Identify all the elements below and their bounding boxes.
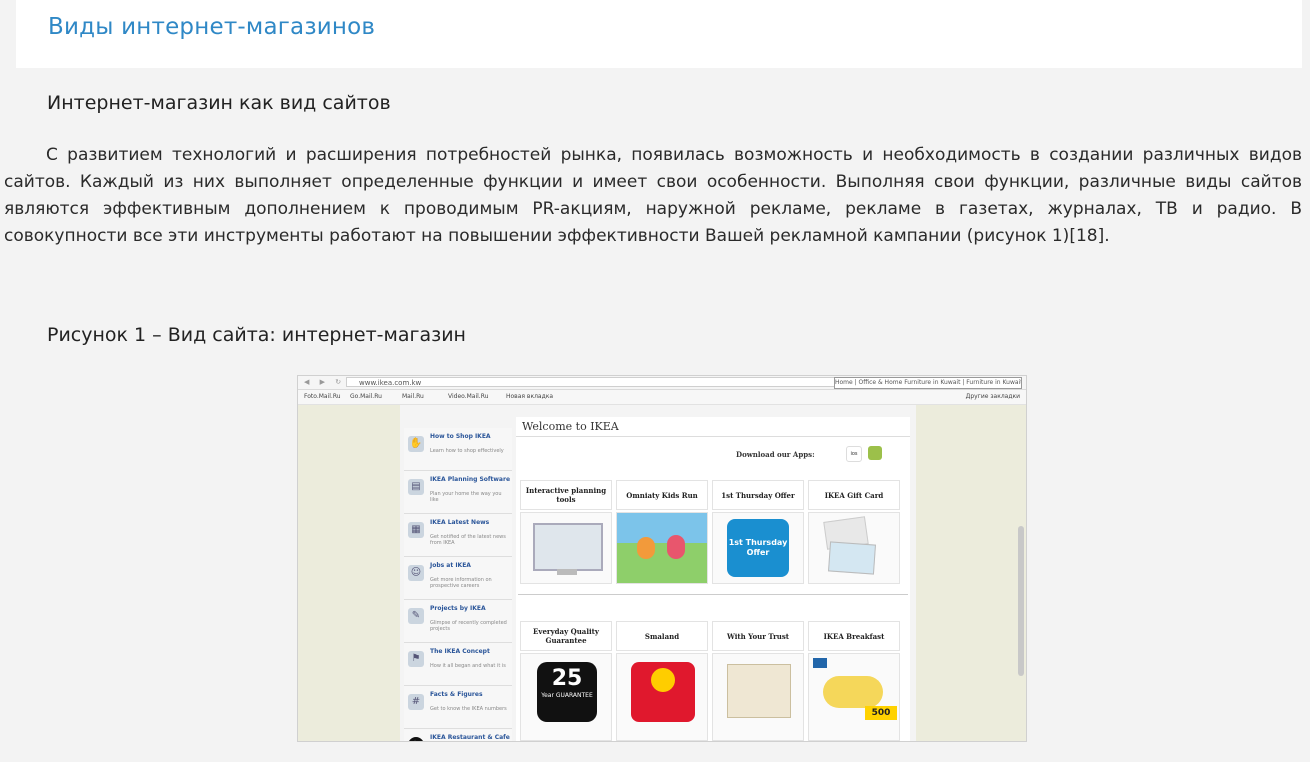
sidebar-item-desc: Learn how to shop effectively	[430, 448, 504, 454]
page: Виды интернет-магазинов Интернет-магазин…	[0, 0, 1310, 762]
site-main: Welcome to IKEA Download our Apps: ios I…	[516, 417, 910, 741]
welcome-heading: Welcome to IKEA	[516, 417, 910, 437]
sidebar-item: ▦ IKEA Latest News Get notified of the l…	[404, 514, 512, 557]
sidebar-item: ▤ IKEA Planning Software Plan your home …	[404, 471, 512, 514]
sidebar-item-title: IKEA Planning Software	[430, 476, 511, 483]
bookmark-item: Foto.Mail.Ru	[304, 393, 341, 400]
sweden-flag-icon	[813, 658, 827, 668]
thursday-offer-image: 1st Thursday Offer	[712, 512, 804, 584]
tile-label: Omniaty Kids Run	[616, 480, 708, 510]
price-tag: 500	[865, 706, 897, 720]
facts-icon: #	[408, 694, 424, 710]
planning-icon: ▤	[408, 479, 424, 495]
monitor-stand-icon	[557, 569, 577, 575]
tile-label: IKEA Gift Card	[808, 480, 900, 510]
news-icon: ▦	[408, 522, 424, 538]
trust-image	[712, 653, 804, 741]
tile-label: With Your Trust	[712, 621, 804, 651]
sidebar-item: ☕ IKEA Restaurant & Cafe	[404, 729, 512, 741]
kid-icon	[637, 537, 655, 559]
scrollbar	[1018, 526, 1024, 676]
sidebar-item-desc: Get notified of the latest news from IKE…	[430, 534, 506, 546]
omelette-icon	[823, 676, 883, 708]
kids-run-image	[616, 512, 708, 584]
tile-label: 1st Thursday Offer	[712, 480, 804, 510]
sidebar-item-desc: Glimpse of recently completed projects	[430, 620, 507, 632]
bookmark-item: Новая вкладка	[506, 393, 554, 400]
apple-app-icon: ios	[846, 446, 862, 462]
sidebar-item: ⚑ The IKEA Concept How it all began and …	[404, 643, 512, 686]
projects-icon: ✎	[408, 608, 424, 624]
sidebar-item-desc: Get more information on prospective care…	[430, 577, 492, 589]
sidebar-item: # Facts & Figures Get to know the IKEA n…	[404, 686, 512, 729]
shop-icon: ✋	[408, 436, 424, 452]
bookmark-item: Video.Mail.Ru	[448, 393, 489, 400]
concept-icon: ⚑	[408, 651, 424, 667]
figure-screenshot: ◀ ▶ ↻ www.ikea.com.kw Home | Office & Ho…	[297, 375, 1027, 742]
site-sidebar: ✋ How to Shop IKEA Learn how to shop eff…	[404, 428, 512, 741]
sidebar-item: ✋ How to Shop IKEA Learn how to shop eff…	[404, 428, 512, 471]
tile-label: Smaland	[616, 621, 708, 651]
gift-card-image	[808, 512, 900, 584]
guarantee-badge: 25 Year GUARANTEE	[537, 662, 597, 722]
article-paragraph: С развитием технологий и расширения потр…	[4, 145, 1302, 246]
title-bar: Виды интернет-магазинов	[16, 0, 1302, 68]
thursday-badge: 1st Thursday Offer	[727, 519, 789, 577]
android-app-icon	[868, 446, 882, 460]
bookmarks-bar: Foto.Mail.Ru Go.Mail.Ru Mail.Ru Video.Ma…	[298, 390, 1026, 405]
gift-card-icon	[828, 541, 876, 575]
page-title-tooltip: Home | Office & Home Furniture in Kuwait…	[834, 377, 1022, 389]
section-divider	[518, 594, 908, 595]
planning-tool-image	[520, 512, 612, 584]
sidebar-item-title: Jobs at IKEA	[430, 562, 471, 569]
section-subheading: Интернет-магазин как вид сайтов	[47, 92, 391, 114]
download-apps-label: Download our Apps:	[736, 450, 815, 459]
bookmark-item: Go.Mail.Ru	[350, 393, 382, 400]
sidebar-item-title: IKEA Restaurant & Cafe	[430, 734, 510, 741]
trust-box-icon	[727, 664, 791, 718]
sidebar-item: ✎ Projects by IKEA Glimpse of recently c…	[404, 600, 512, 643]
guarantee-text: Year GUARANTEE	[541, 692, 593, 699]
person-icon: ☺	[408, 565, 424, 581]
sidebar-item-title: IKEA Latest News	[430, 519, 490, 526]
smaland-image	[616, 653, 708, 741]
monitor-icon	[533, 523, 603, 571]
breakfast-image: 500	[808, 653, 900, 741]
other-bookmarks: Другие закладки	[965, 393, 1020, 400]
sidebar-item-title: Facts & Figures	[430, 691, 483, 698]
smaland-logo-icon	[651, 668, 675, 692]
sidebar-item: ☺ Jobs at IKEA Get more information on p…	[404, 557, 512, 600]
browser-toolbar: ◀ ▶ ↻ www.ikea.com.kw Home | Office & Ho…	[298, 376, 1026, 390]
figure-caption: Рисунок 1 – Вид сайта: интернет-магазин	[47, 324, 466, 346]
bookmark-item: Mail.Ru	[402, 393, 424, 400]
restaurant-icon: ☕	[408, 737, 424, 741]
sky-icon	[617, 513, 707, 543]
page-title: Виды интернет-магазинов	[48, 14, 376, 40]
guarantee-image: 25 Year GUARANTEE	[520, 653, 612, 741]
sidebar-item-desc: Get to know the IKEA numbers	[430, 706, 507, 712]
tile-label: IKEA Breakfast	[808, 621, 900, 651]
nav-arrows-icon: ◀ ▶ ↻	[304, 378, 346, 386]
smaland-badge	[631, 662, 695, 722]
address-bar: www.ikea.com.kw	[346, 377, 836, 387]
sidebar-item-title: How to Shop IKEA	[430, 433, 491, 440]
tile-label: Everyday Quality Guarantee	[520, 621, 612, 651]
sidebar-item-title: Projects by IKEA	[430, 605, 486, 612]
sidebar-item-title: The IKEA Concept	[430, 648, 490, 655]
tile-label: Interactive planning tools	[520, 480, 612, 510]
sidebar-item-desc: How it all began and what it is	[430, 663, 506, 669]
kid-icon	[667, 535, 685, 559]
guarantee-number: 25	[551, 666, 583, 691]
sidebar-item-desc: Plan your home the way you like	[430, 491, 502, 503]
